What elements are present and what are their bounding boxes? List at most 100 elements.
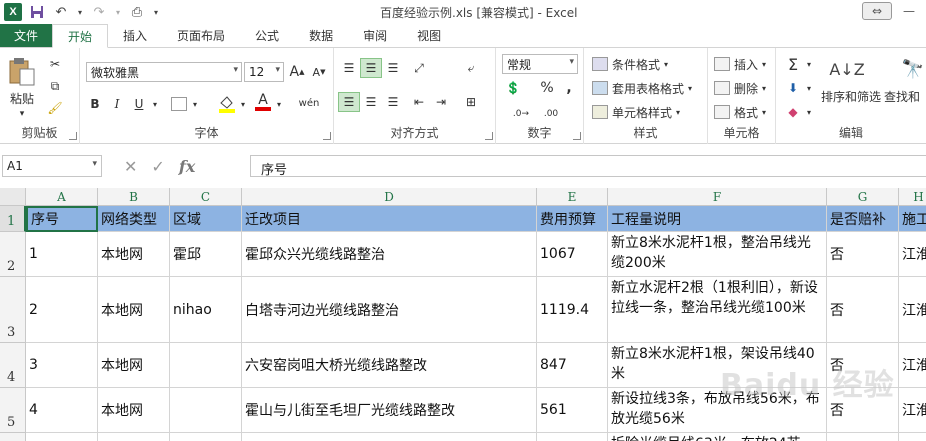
cell-c3[interactable]: nihao [170, 277, 242, 343]
tab-insert[interactable]: 插入 [108, 24, 162, 47]
tab-file[interactable]: 文件 [0, 24, 52, 47]
name-box[interactable]: A1 ▾ [2, 155, 102, 177]
cell-e1[interactable]: 费用预算 [537, 206, 608, 232]
cell-g6[interactable] [827, 433, 899, 441]
delete-cells-button[interactable]: 删除 ▾ [714, 78, 766, 98]
cell-f3[interactable]: 新立水泥杆2根（1根利旧），新设拉线一条，整治吊线光缆100米 [608, 277, 827, 343]
minimize-icon[interactable]: — [892, 0, 926, 22]
cell-e6[interactable] [537, 433, 608, 441]
shrink-font-button[interactable]: A ▼ [308, 62, 330, 82]
column-header-g[interactable]: G [827, 188, 899, 206]
decrease-indent-icon[interactable]: ⇤ [408, 92, 430, 112]
column-header-h[interactable]: H [899, 188, 926, 206]
cell-h6[interactable] [899, 433, 926, 441]
cell-b3[interactable]: 本地网 [98, 277, 170, 343]
increase-indent-icon[interactable]: ⇥ [430, 92, 452, 112]
column-header-e[interactable]: E [537, 188, 608, 206]
row-header-3[interactable]: 3 [0, 277, 26, 343]
merge-center-icon[interactable]: ⊞ [460, 92, 482, 112]
autosum-dropdown-icon[interactable]: ▾ [804, 56, 814, 72]
cell-a2[interactable]: 1 [26, 232, 98, 277]
autosum-icon[interactable]: Σ [782, 54, 804, 74]
tab-page-layout[interactable]: 页面布局 [162, 24, 240, 47]
paste-dropdown-icon[interactable]: ▾ [12, 108, 32, 120]
fill-icon[interactable]: ⬇ [782, 78, 804, 98]
font-launcher-icon[interactable] [323, 132, 331, 140]
cell-b2[interactable]: 本地网 [98, 232, 170, 277]
cell-c4[interactable] [170, 343, 242, 388]
column-header-b[interactable]: B [98, 188, 170, 206]
cell-c5[interactable] [170, 388, 242, 433]
redo-icon[interactable]: ↷ [90, 3, 108, 21]
middle-align-icon[interactable]: ☰ [360, 58, 382, 78]
number-format-combo[interactable]: 常规 ▾ [502, 54, 578, 74]
cell-c2[interactable]: 霍邱 [170, 232, 242, 277]
cell-c1[interactable]: 区域 [170, 206, 242, 232]
cell-g3[interactable]: 否 [827, 277, 899, 343]
alignment-launcher-icon[interactable] [485, 132, 493, 140]
cell-e4[interactable]: 847 [537, 343, 608, 388]
phonetic-guide-icon[interactable]: wén [294, 92, 324, 114]
fill-dropdown-icon[interactable]: ▾ [804, 80, 814, 96]
align-left-icon[interactable]: ☰ [338, 92, 360, 112]
cell-f6[interactable]: 拆除光缆吊线63米，布放24芯 [608, 433, 827, 441]
copy-icon[interactable]: ⧉ [44, 76, 66, 96]
bottom-align-icon[interactable]: ☰ [382, 58, 404, 78]
cell-d3[interactable]: 白塔寺河边光缆线路整治 [242, 277, 537, 343]
underline-dropdown-icon[interactable]: ▾ [150, 94, 160, 114]
column-header-f[interactable]: F [608, 188, 827, 206]
cell-a1[interactable]: 序号 [26, 206, 98, 232]
decrease-decimal-icon[interactable]: .00 [540, 104, 562, 124]
find-select-icon[interactable]: 🔭 [900, 54, 926, 84]
align-right-icon[interactable]: ☰ [382, 92, 404, 112]
column-header-a[interactable]: A [26, 188, 98, 206]
select-all-button[interactable] [0, 188, 26, 206]
number-launcher-icon[interactable] [573, 132, 581, 140]
cut-icon[interactable]: ✂ [44, 54, 66, 74]
cancel-icon[interactable]: ✕ [124, 157, 137, 176]
increase-decimal-icon[interactable]: .0→ [510, 104, 532, 124]
italic-button[interactable]: I [106, 94, 128, 114]
borders-icon[interactable] [168, 94, 190, 114]
fill-color-dropdown-icon[interactable]: ▾ [238, 94, 248, 114]
format-as-table-button[interactable]: 套用表格格式 ▾ [592, 78, 692, 98]
formula-input[interactable]: 序号 [250, 155, 926, 178]
cell-b6[interactable] [98, 433, 170, 441]
cell-e5[interactable]: 561 [537, 388, 608, 433]
sort-filter-icon[interactable]: A↓Z [829, 54, 864, 84]
undo-dropdown-icon[interactable]: ▾ [76, 3, 84, 21]
font-name-combo[interactable]: 微软雅黑 ▾ [86, 62, 242, 82]
tab-review[interactable]: 审阅 [348, 24, 402, 47]
enter-icon[interactable]: ✓ [151, 157, 164, 176]
row-header-1[interactable]: 1 [0, 206, 26, 232]
clear-icon[interactable]: ◆ [782, 102, 804, 122]
print-preview-icon[interactable]: ⎙ [128, 3, 146, 21]
undo-icon[interactable]: ↶ [52, 3, 70, 21]
cell-h1[interactable]: 施工 [899, 206, 926, 232]
cell-a4[interactable]: 3 [26, 343, 98, 388]
format-painter-icon[interactable]: 🖌 [44, 98, 66, 118]
percent-style-button[interactable]: % [536, 78, 558, 98]
cell-e3[interactable]: 1119.4 [537, 277, 608, 343]
customize-qat-icon[interactable]: ▾ [152, 3, 160, 21]
center-icon[interactable]: ☰ [360, 92, 382, 112]
find-select-button[interactable]: 查找和 [884, 88, 926, 104]
conditional-formatting-button[interactable]: 条件格式 ▾ [592, 54, 668, 74]
tab-formulas[interactable]: 公式 [240, 24, 294, 47]
borders-dropdown-icon[interactable]: ▾ [190, 94, 200, 114]
comma-style-button[interactable]: , [558, 78, 580, 98]
row-header-2[interactable]: 2 [0, 232, 26, 277]
row-header-5[interactable]: 5 [0, 388, 26, 433]
ribbon-display-options-icon[interactable]: ⇔ [862, 2, 892, 20]
number-format-dropdown-icon[interactable]: ▾ [569, 57, 574, 67]
font-name-dropdown-icon[interactable]: ▾ [233, 65, 238, 75]
font-size-combo[interactable]: 12 ▾ [244, 62, 284, 82]
top-align-icon[interactable]: ☰ [338, 58, 360, 78]
wrap-text-icon[interactable]: ⤶ [460, 58, 482, 78]
cell-f2[interactable]: 新立8米水泥杆1根，整治吊线光缆200米 [608, 232, 827, 277]
fill-color-icon[interactable] [216, 94, 238, 114]
column-header-c[interactable]: C [170, 188, 242, 206]
cell-b5[interactable]: 本地网 [98, 388, 170, 433]
font-size-dropdown-icon[interactable]: ▾ [275, 65, 280, 75]
cell-d2[interactable]: 霍邱众兴光缆线路整治 [242, 232, 537, 277]
